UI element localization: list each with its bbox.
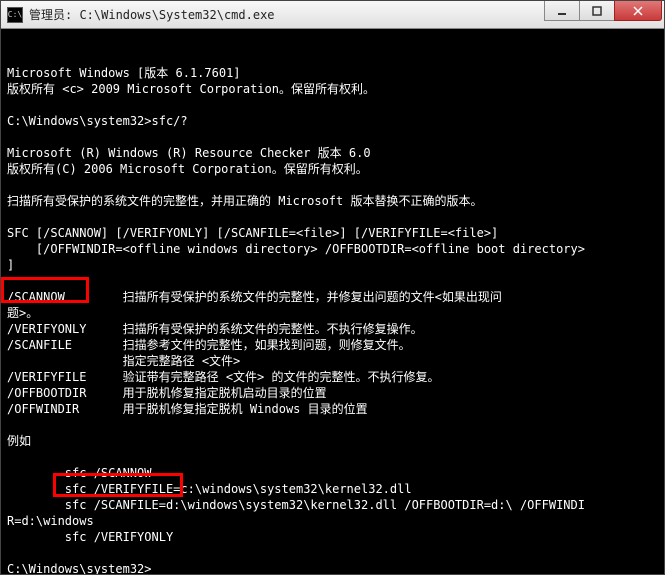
- window-title: 管理员: C:\Windows\System32\cmd.exe: [29, 6, 545, 23]
- term-line: /SCANNOW 扫描所有受保护的系统文件的完整性，并修复出问题的文件<如果出现…: [7, 290, 502, 304]
- window-controls: [545, 1, 662, 21]
- cmd-icon: C:\: [7, 7, 23, 23]
- terminal-output[interactable]: Microsoft Windows [版本 6.1.7601] 版权所有 <c>…: [1, 29, 664, 574]
- term-line: 例如: [7, 434, 31, 448]
- maximize-button[interactable]: [579, 1, 615, 21]
- term-line: Microsoft Windows [版本 6.1.7601]: [7, 66, 241, 80]
- term-line: 版权所有(C) 2006 Microsoft Corporation。保留所有权…: [7, 162, 368, 176]
- term-line: [/OFFWINDIR=<offline windows directory> …: [7, 242, 585, 256]
- term-line: /VERIFYFILE 验证带有完整路径 <文件> 的文件的完整性。不执行修复。: [7, 370, 440, 384]
- term-line: 扫描所有受保护的系统文件的完整性，并用正确的 Microsoft 版本替换不正确…: [7, 194, 482, 208]
- term-line: /OFFBOOTDIR 用于脱机修复指定脱机启动目录的位置: [7, 386, 327, 400]
- term-line: SFC [/SCANNOW] [/VERIFYONLY] [/SCANFILE=…: [7, 226, 498, 240]
- term-line: R=d:\windows: [7, 514, 94, 528]
- close-button[interactable]: [614, 1, 662, 21]
- term-line: C:\Windows\system32>: [7, 562, 152, 574]
- term-line: /SCANFILE 扫描参考文件的完整性，如果找到问题，则修复文件。: [7, 338, 411, 352]
- term-line: /OFFWINDIR 用于脱机修复指定脱机 Windows 目录的位置: [7, 402, 368, 416]
- term-line: /VERIFYONLY 扫描所有受保护的系统文件的完整性。不执行修复操作。: [7, 322, 423, 336]
- cursor: [152, 563, 159, 574]
- term-line: C:\Windows\system32>sfc/?: [7, 114, 188, 128]
- cmd-window: C:\ 管理员: C:\Windows\System32\cmd.exe Mic…: [0, 0, 665, 575]
- titlebar[interactable]: C:\ 管理员: C:\Windows\System32\cmd.exe: [1, 1, 664, 29]
- term-line: 题>。: [7, 306, 38, 320]
- term-line: ]: [7, 258, 14, 272]
- term-line: sfc /SCANNOW: [7, 466, 152, 480]
- term-line: sfc /VERIFYONLY: [7, 530, 173, 544]
- term-line: sfc /VERIFYFILE=c:\windows\system32\kern…: [7, 482, 412, 496]
- term-line: Microsoft (R) Windows (R) Resource Check…: [7, 146, 371, 160]
- term-line: 版权所有 <c> 2009 Microsoft Corporation。保留所有…: [7, 82, 375, 96]
- minimize-button[interactable]: [544, 1, 580, 21]
- term-line: 指定完整路径 <文件>: [7, 354, 240, 368]
- term-line: sfc /SCANFILE=d:\windows\system32\kernel…: [7, 498, 585, 512]
